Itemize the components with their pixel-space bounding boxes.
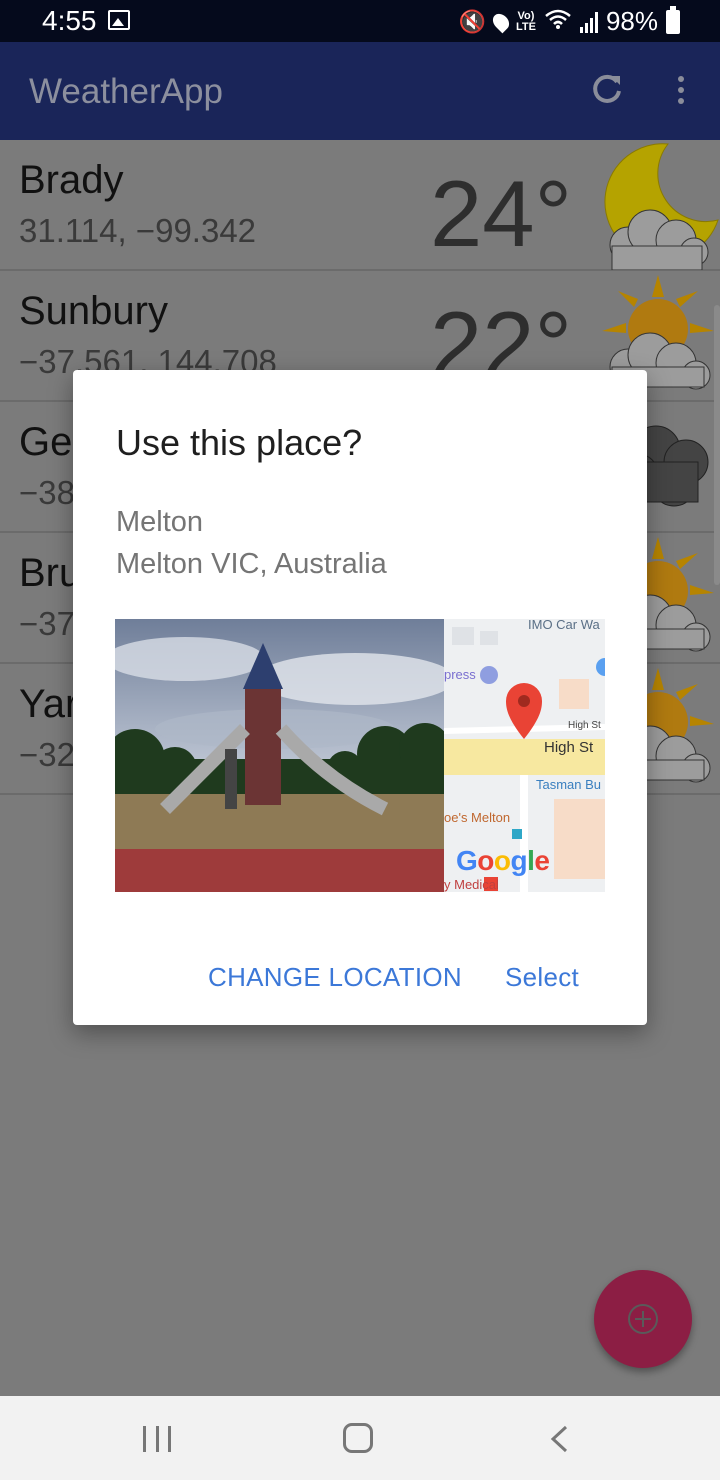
moon-cloud-icon — [604, 143, 719, 270]
volte-label-bottom: LTE — [515, 20, 536, 33]
location-coords: −32 — [19, 736, 75, 773]
gallery-notification-icon — [108, 10, 130, 30]
map-snippet[interactable]: IMO Car Wa press High St High St Tasman … — [444, 619, 605, 892]
home-icon[interactable] — [343, 1423, 373, 1453]
back-icon[interactable] — [548, 1424, 570, 1454]
place-address: Melton VIC, Australia — [116, 548, 387, 580]
status-icons: 🔇 Vo) LTE 98% — [458, 5, 680, 37]
wifi-icon — [544, 8, 572, 36]
status-bar: 4:55 🔇 Vo) LTE 98% — [0, 0, 720, 42]
scrollbar[interactable] — [714, 305, 720, 585]
location-name: Ge — [19, 420, 73, 464]
add-location-icon — [628, 1304, 658, 1334]
refresh-icon[interactable] — [590, 72, 624, 106]
map-label-high-st: High St — [544, 739, 594, 756]
google-logo: Google — [456, 845, 550, 876]
place-photo — [115, 619, 444, 892]
change-location-button[interactable]: CHANGE LOCATION — [208, 962, 462, 993]
battery-percent: 98% — [605, 6, 658, 36]
add-location-button[interactable] — [594, 1270, 692, 1368]
location-coords: −38 — [19, 474, 75, 511]
signal-icon — [579, 11, 598, 33]
location-temp: 24° — [430, 161, 573, 266]
location-name: Yar — [19, 682, 79, 726]
app-title: WeatherApp — [29, 72, 223, 111]
select-button[interactable]: Select — [505, 962, 579, 993]
map-label-joes: oe's Melton — [444, 810, 511, 825]
mute-icon: 🔇 — [458, 8, 486, 34]
map-label-press: press — [444, 667, 476, 682]
location-coords: −37 — [19, 605, 75, 642]
battery-icon — [666, 5, 680, 34]
map-label-car-wash: IMO Car Wa — [528, 619, 600, 632]
location-coords: 31.114, −99.342 — [19, 212, 257, 249]
dialog-title: Use this place? — [116, 422, 363, 463]
place-preview: IMO Car Wa press High St High St Tasman … — [115, 619, 605, 892]
location-name: Bru — [19, 551, 82, 595]
recents-icon[interactable] — [143, 1426, 171, 1452]
use-place-dialog: Use this place? Melton Melton VIC, Austr… — [73, 370, 647, 1025]
list-item[interactable]: Brady 31.114, −99.342 24° — [0, 140, 720, 271]
location-name: Brady — [19, 158, 124, 202]
map-label-tasman: Tasman Bu — [536, 777, 602, 792]
location-icon — [489, 10, 513, 33]
location-name: Sunbury — [19, 289, 168, 333]
place-name: Melton — [116, 506, 204, 538]
volte-icon: Vo) LTE — [515, 10, 536, 33]
status-time: 4:55 — [42, 5, 97, 36]
map-label-high-st-small: High St — [568, 720, 601, 731]
navigation-bar — [0, 1396, 720, 1480]
more-vert-icon[interactable] — [676, 76, 686, 106]
map-label-medical: y Medical — [444, 877, 499, 892]
